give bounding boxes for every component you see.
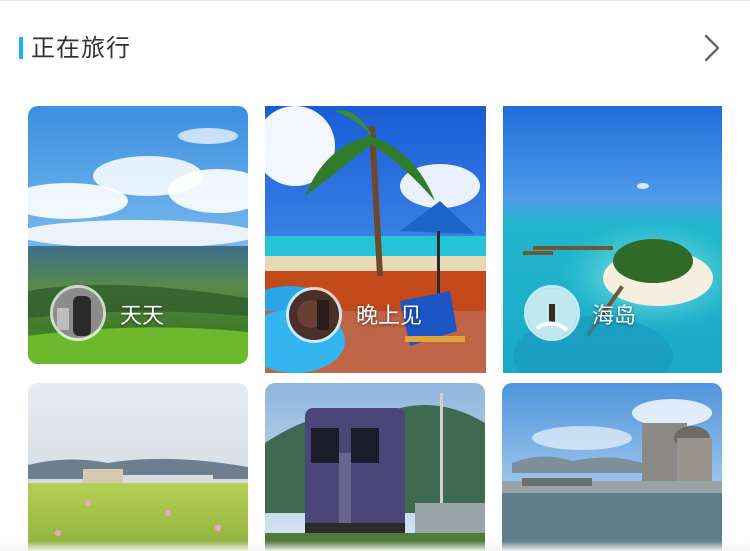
card-photo	[28, 383, 248, 551]
card-photo	[265, 383, 485, 551]
card-label: 天天	[120, 304, 165, 329]
section-title: 正在旅行	[31, 34, 131, 62]
title-accent-bar	[19, 37, 23, 59]
card-photo	[502, 383, 722, 551]
avatar	[524, 285, 580, 341]
travel-card[interactable]: 海岛	[503, 106, 722, 373]
card-label: 晚上见	[356, 304, 423, 329]
section-header: 正在旅行	[0, 0, 750, 95]
avatar	[50, 285, 106, 341]
travel-card[interactable]: 天天	[28, 106, 248, 364]
bottom-edge	[0, 541, 750, 551]
travel-card[interactable]	[28, 383, 248, 551]
travel-card[interactable]	[502, 383, 722, 551]
travel-card[interactable]: 晚上见	[265, 106, 486, 373]
chevron-right-icon[interactable]	[695, 30, 729, 66]
card-label: 海岛	[592, 304, 637, 329]
avatar	[286, 287, 342, 343]
travel-card[interactable]	[265, 383, 485, 551]
